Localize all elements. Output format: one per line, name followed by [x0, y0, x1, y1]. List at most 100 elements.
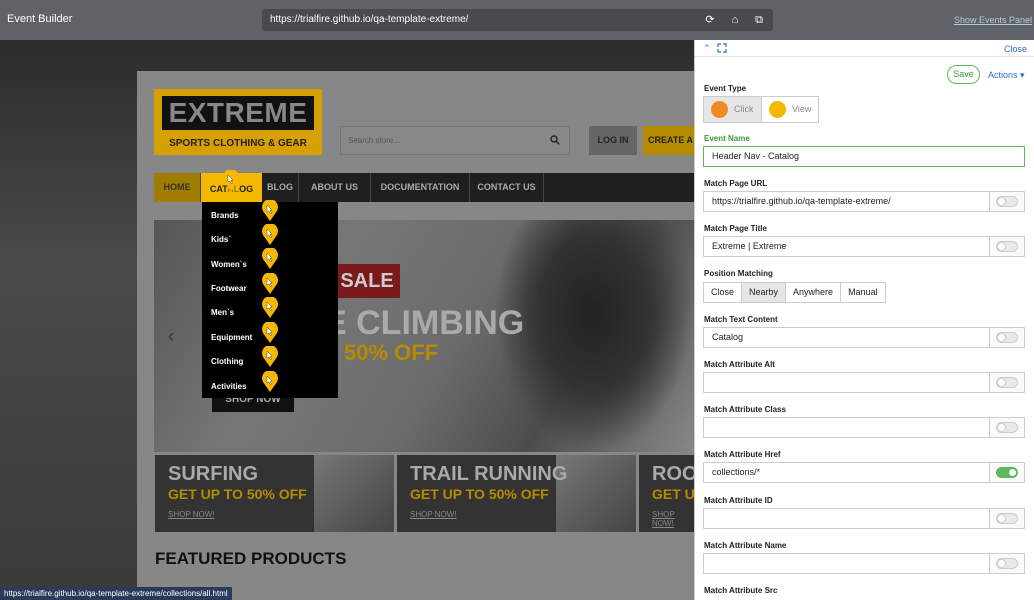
cursor-pin-icon[interactable]: [261, 322, 279, 344]
cursor-pin-icon[interactable]: [261, 371, 279, 393]
cursor-icon: [711, 101, 728, 118]
chevron-up-icon[interactable]: ⌃: [703, 43, 711, 54]
tile-title: TRAIL RUNNING: [410, 463, 568, 485]
match-page-title-toggle[interactable]: [996, 241, 1018, 252]
tile-offer: GET UP TO 50% OFF: [410, 486, 549, 502]
tile-trail-running[interactable]: TRAIL RUNNING GET UP TO 50% OFF SHOP NOW…: [397, 455, 636, 532]
top-bar: Event Builder https://trialfire.github.i…: [0, 0, 1034, 40]
attr-name-input[interactable]: [703, 553, 990, 574]
create-account-button[interactable]: CREATE A: [643, 126, 694, 155]
show-events-panel-link[interactable]: Show Events Panel: [954, 15, 1032, 25]
app-title: Event Builder: [7, 13, 73, 25]
featured-heading: FEATURED PRODUCTS: [155, 549, 347, 568]
match-text-input[interactable]: Catalog: [703, 327, 990, 348]
event-type-click[interactable]: Click: [704, 97, 762, 122]
cursor-pin-icon[interactable]: [222, 170, 240, 192]
cursor-pin-icon[interactable]: [261, 200, 279, 222]
search-placeholder: Search store...: [348, 136, 401, 145]
position-anywhere[interactable]: Anywhere: [785, 282, 842, 303]
event-type-toggle: Click View: [703, 96, 819, 123]
close-panel-link[interactable]: Close: [1004, 44, 1027, 54]
cursor-pin-icon[interactable]: [261, 297, 279, 319]
status-bar: https://trialfire.github.io/qa-template-…: [0, 587, 232, 600]
external-link-icon[interactable]: ⧉: [752, 13, 766, 27]
match-text-label: Match Text Content: [704, 315, 778, 324]
attr-href-input[interactable]: collections/*: [703, 462, 990, 483]
cursor-pin-icon[interactable]: [261, 224, 279, 246]
cursor-pin-icon[interactable]: [261, 248, 279, 270]
attr-src-label: Match Attribute Src: [704, 586, 778, 595]
dropdown-item-kids[interactable]: Kids`: [211, 235, 231, 244]
attr-class-label: Match Attribute Class: [704, 405, 786, 414]
hero-offer: 50% OFF: [344, 340, 439, 365]
position-matching-label: Position Matching: [704, 269, 773, 278]
tile-surfing[interactable]: SURFING GET UP TO 50% OFF SHOP NOW!: [155, 455, 394, 532]
tile-title: ROO: [652, 463, 694, 485]
dropdown-item-equipment[interactable]: Equipment: [211, 333, 252, 342]
position-nearby[interactable]: Nearby: [741, 282, 787, 303]
tile-rock[interactable]: ROO GET U SHOP NOW!: [639, 455, 694, 532]
save-button[interactable]: Save: [947, 65, 980, 84]
dropdown-item-footwear[interactable]: Footwear: [211, 284, 247, 293]
url-bar[interactable]: https://trialfire.github.io/qa-template-…: [262, 9, 773, 31]
attr-alt-toggle[interactable]: [996, 377, 1018, 388]
login-button[interactable]: LOG IN: [589, 126, 637, 155]
logo-title: EXTREME: [162, 96, 314, 130]
nav-documentation[interactable]: DOCUMENTATION: [371, 173, 470, 202]
match-page-url-input[interactable]: https://trialfire.github.io/qa-template-…: [703, 191, 990, 212]
site-search-input[interactable]: Search store...: [340, 126, 570, 155]
attr-class-input[interactable]: [703, 417, 990, 438]
tile-image: [314, 455, 394, 532]
match-page-title-input[interactable]: Extreme | Extreme: [703, 236, 990, 257]
tile-link[interactable]: SHOP NOW!: [168, 510, 215, 519]
tile-offer: GET UP TO 50% OFF: [168, 486, 307, 502]
tile-offer: GET U: [652, 486, 694, 502]
dropdown-item-womens[interactable]: Women`s: [211, 260, 247, 269]
nav-about[interactable]: ABOUT US: [299, 173, 371, 202]
dropdown-item-mens[interactable]: Men`s: [211, 308, 234, 317]
attr-alt-label: Match Attribute Alt: [704, 360, 775, 369]
attr-alt-input[interactable]: [703, 372, 990, 393]
site-logo[interactable]: EXTREME SPORTS CLOTHING & GEAR: [154, 89, 322, 155]
eye-icon: [769, 101, 786, 118]
attr-href-toggle[interactable]: [996, 467, 1018, 478]
attr-id-toggle[interactable]: [996, 513, 1018, 524]
cursor-pin-icon[interactable]: [261, 346, 279, 368]
cursor-pin-icon[interactable]: [261, 273, 279, 295]
attr-name-toggle[interactable]: [996, 558, 1018, 569]
refresh-icon[interactable]: ⟳: [703, 13, 717, 27]
match-text-toggle[interactable]: [996, 332, 1018, 343]
dropdown-item-brands[interactable]: Brands: [211, 211, 239, 220]
nav-home[interactable]: HOME: [154, 173, 201, 202]
event-name-input[interactable]: Header Nav - Catalog: [703, 146, 1025, 167]
dropdown-item-clothing[interactable]: Clothing: [211, 357, 243, 366]
home-icon[interactable]: ⌂: [728, 13, 742, 27]
url-text: https://trialfire.github.io/qa-template-…: [270, 14, 469, 25]
chevron-left-icon[interactable]: ‹: [168, 326, 174, 347]
tile-link[interactable]: SHOP NOW!: [652, 510, 694, 528]
event-type-label: Event Type: [704, 84, 747, 93]
position-manual[interactable]: Manual: [840, 282, 886, 303]
event-panel: ⌃ Close Save Actions ▾ Event Type Click …: [694, 40, 1034, 600]
match-page-title-label: Match Page Title: [704, 224, 767, 233]
position-close[interactable]: Close: [703, 282, 743, 303]
nav-blog[interactable]: BLOG: [262, 173, 299, 202]
match-page-url-toggle[interactable]: [996, 196, 1018, 207]
logo-subtitle: SPORTS CLOTHING & GEAR: [169, 138, 307, 149]
panel-header: ⌃ Close: [695, 40, 1034, 57]
actions-menu[interactable]: Actions ▾: [988, 70, 1025, 81]
search-icon[interactable]: [550, 135, 560, 145]
nav-catalog-label-end: OG: [239, 184, 254, 194]
match-page-url-label: Match Page URL: [704, 179, 768, 188]
hero-headline: E CLIMBING: [324, 304, 525, 342]
hero-sale-badge: SALE: [334, 264, 400, 298]
attr-class-toggle[interactable]: [996, 422, 1018, 433]
attr-id-input[interactable]: [703, 508, 990, 529]
event-name-label: Event Name: [704, 134, 750, 143]
tile-link[interactable]: SHOP NOW!: [410, 510, 457, 519]
nav-contact[interactable]: CONTACT US: [470, 173, 544, 202]
attr-href-label: Match Attribute Href: [704, 450, 781, 459]
dropdown-item-activities[interactable]: Activities: [211, 382, 247, 391]
event-type-view[interactable]: View: [762, 97, 819, 122]
expand-icon[interactable]: [717, 43, 727, 53]
